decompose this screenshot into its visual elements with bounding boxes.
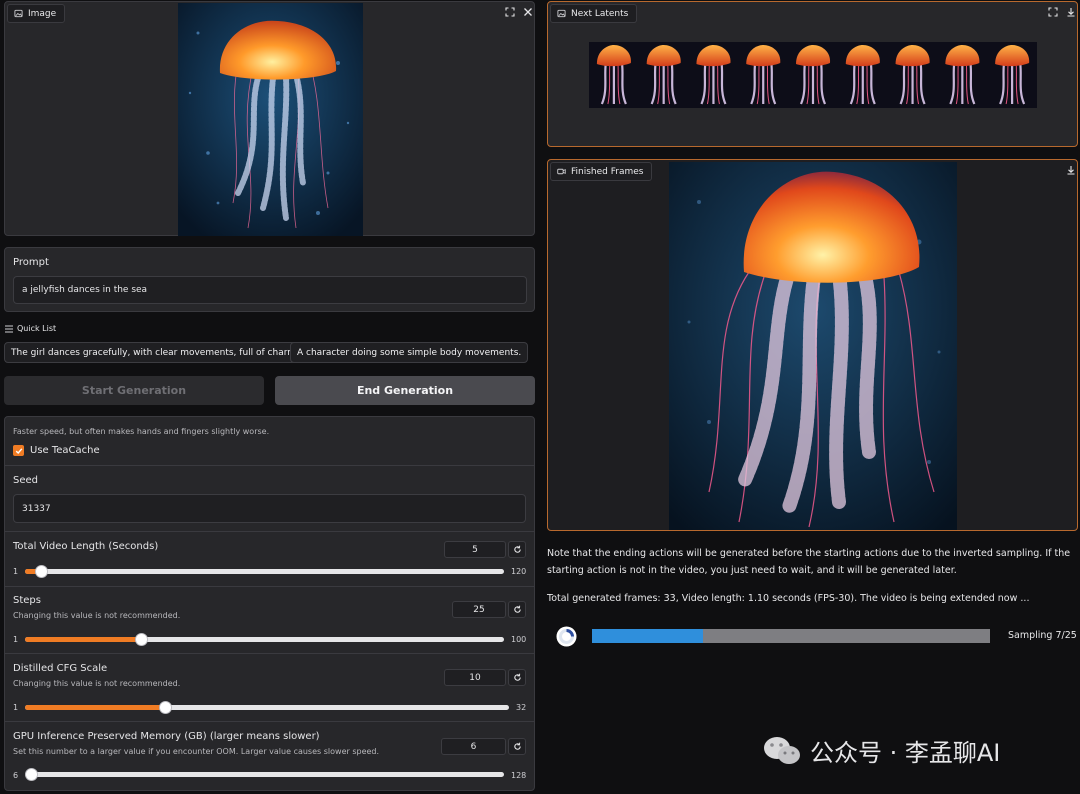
reset-icon: [513, 742, 521, 750]
fullscreen-icon: [504, 6, 515, 17]
steps-input[interactable]: 25: [452, 601, 506, 618]
quick-list-item[interactable]: The girl dances gracefully, with clear m…: [4, 342, 306, 363]
quick-list-item[interactable]: A character doing some simple body movem…: [290, 342, 529, 363]
end-generation-button[interactable]: End Generation: [275, 376, 535, 405]
slider-thumb[interactable]: [25, 768, 38, 781]
download-button[interactable]: [1062, 161, 1079, 178]
seed-input[interactable]: 31337: [13, 494, 526, 523]
check-icon: [15, 447, 22, 454]
next-latents-panel: Next Latents: [547, 1, 1078, 147]
cfg-scale-slider[interactable]: [25, 701, 509, 714]
jellyfish-video[interactable]: [669, 162, 957, 530]
seed-label: Seed: [13, 475, 38, 486]
steps-label: Steps: [13, 595, 41, 606]
reset-icon: [513, 673, 521, 681]
gpu-memory-reset-button[interactable]: [508, 738, 526, 755]
divider: [4, 653, 535, 654]
video-length-label: Total Video Length (Seconds): [13, 541, 159, 552]
prompt-label: Prompt: [13, 257, 49, 268]
finished-frames-label: Finished Frames: [550, 162, 653, 181]
watermark-text: 公众号 · 李孟聊AI: [810, 739, 1001, 767]
cfg-scale-min: 1: [13, 703, 19, 712]
cfg-scale-max: 32: [516, 703, 527, 712]
gpu-memory-info: Set this number to a larger value if you…: [13, 747, 380, 756]
progress-label: Sampling 7/25: [1008, 630, 1077, 641]
download-icon: [1067, 165, 1074, 175]
steps-slider[interactable]: [25, 633, 504, 646]
slider-thumb[interactable]: [159, 701, 172, 714]
start-generation-button[interactable]: Start Generation: [4, 376, 264, 405]
slider-fill: [25, 637, 141, 642]
divider: [4, 721, 535, 722]
prompt-panel: Prompt a jellyfish dances in the sea: [4, 247, 535, 312]
image-panel-label: Image: [7, 4, 66, 23]
jellyfish-image: [178, 3, 363, 236]
teacache-label: Use TeaCache: [30, 445, 100, 456]
steps-max: 100: [511, 635, 527, 644]
gpu-memory-label: GPU Inference Preserved Memory (GB) (lar…: [13, 731, 320, 742]
video-icon: [557, 168, 566, 175]
divider: [4, 465, 535, 466]
quick-list-header: Quick List: [5, 324, 56, 333]
loading-spinner-icon: [556, 626, 577, 647]
list-icon: [5, 325, 13, 332]
watermark: 公众号 · 李孟聊AI: [762, 733, 1000, 768]
divider: [4, 531, 535, 532]
gpu-memory-input[interactable]: 6: [441, 738, 506, 755]
fullscreen-icon: [1047, 6, 1058, 17]
cfg-scale-label: Distilled CFG Scale: [13, 663, 108, 674]
note-text: Note that the ending actions will be gen…: [547, 548, 1071, 576]
slider-thumb[interactable]: [35, 565, 48, 578]
gpu-memory-min: 6: [13, 771, 19, 780]
video-length-min: 1: [13, 567, 19, 576]
video-length-reset-button[interactable]: [508, 541, 526, 558]
image-icon: [14, 9, 23, 18]
divider: [4, 586, 535, 587]
fullscreen-button[interactable]: [1044, 3, 1061, 20]
video-length-input[interactable]: 5: [444, 541, 506, 558]
steps-reset-button[interactable]: [508, 601, 526, 618]
gpu-memory-slider[interactable]: [25, 768, 504, 781]
image-panel: Image: [4, 1, 535, 236]
fullscreen-button[interactable]: [501, 3, 518, 20]
video-length-max: 120: [511, 567, 527, 576]
cfg-scale-reset-button[interactable]: [508, 669, 526, 686]
download-button[interactable]: [1062, 3, 1079, 20]
next-latents-label: Next Latents: [550, 4, 638, 23]
prompt-input[interactable]: a jellyfish dances in the sea: [13, 276, 527, 304]
reset-icon: [513, 545, 521, 553]
steps-info: Changing this value is not recommended.: [13, 611, 181, 620]
progress-bar: [592, 629, 990, 643]
wechat-icon: [764, 736, 800, 764]
slider-thumb[interactable]: [135, 633, 148, 646]
quick-list-label: Quick List: [17, 324, 57, 333]
latents-strip: [589, 42, 1037, 108]
image-icon: [557, 9, 566, 18]
cfg-scale-input[interactable]: 10: [444, 669, 506, 686]
slider-fill: [25, 705, 165, 710]
reset-icon: [513, 605, 521, 613]
download-icon: [1067, 7, 1074, 17]
video-length-slider[interactable]: [25, 565, 504, 578]
gpu-memory-max: 128: [511, 771, 527, 780]
teacache-checkbox[interactable]: [13, 445, 24, 456]
close-icon: [523, 7, 532, 16]
status-text: Total generated frames: 33, Video length…: [547, 593, 1030, 604]
finished-frames-panel: Finished Frames: [547, 159, 1078, 531]
cfg-scale-info: Changing this value is not recommended.: [13, 679, 181, 688]
teacache-hint: Faster speed, but often makes hands and …: [13, 427, 270, 436]
steps-min: 1: [13, 635, 19, 644]
progress-fill: [592, 629, 704, 643]
close-button[interactable]: [519, 3, 536, 20]
